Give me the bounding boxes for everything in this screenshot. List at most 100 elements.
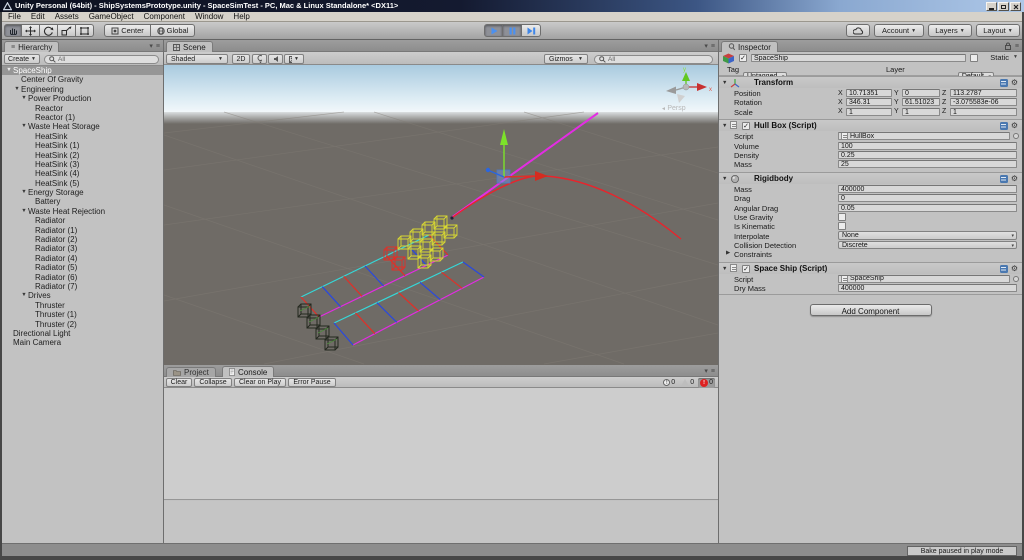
layers-dropdown[interactable]: Layers ▼ xyxy=(928,24,972,37)
hierarchy-item[interactable]: HeatSink xyxy=(2,132,163,141)
error-pause-button[interactable]: Error Pause xyxy=(288,378,336,387)
component-enabled-checkbox[interactable]: ✓ xyxy=(742,264,750,273)
menu-file[interactable]: File xyxy=(3,12,26,22)
bake-status-button[interactable]: Bake paused in play mode xyxy=(907,545,1017,556)
gear-icon[interactable]: ⚙ xyxy=(1011,174,1018,183)
tab-hierarchy[interactable]: ≡ Hierarchy xyxy=(4,41,60,52)
rb-mass-field[interactable]: 400000 xyxy=(838,184,1017,193)
hierarchy-item[interactable]: Reactor xyxy=(2,104,163,113)
spaceship-script-header[interactable]: ▼ ✓ Space Ship (Script) ⚙ xyxy=(719,261,1022,274)
perspective-label[interactable]: ◄ Persp xyxy=(661,105,686,112)
x-axis-handle[interactable] xyxy=(503,175,535,178)
scale-y-field[interactable]: 1 xyxy=(902,107,940,116)
gear-icon[interactable]: ⚙ xyxy=(1011,264,1018,273)
hierarchy-item[interactable]: Reactor (1) xyxy=(2,113,163,122)
static-dropdown-arrow[interactable]: ▼ xyxy=(1013,54,1018,60)
hierarchy-item[interactable]: Radiator (7) xyxy=(2,282,163,291)
menu-assets[interactable]: Assets xyxy=(50,12,84,22)
hierarchy-item[interactable]: ▼ Waste Heat Storage xyxy=(2,122,163,131)
cloud-button[interactable] xyxy=(846,24,870,37)
volume-field[interactable]: 100 xyxy=(838,141,1017,150)
account-dropdown[interactable]: Account ▼ xyxy=(874,24,924,37)
hierarchy-item[interactable]: Radiator xyxy=(2,216,163,225)
foldout-arrow[interactable]: ▼ xyxy=(13,85,21,94)
hierarchy-item[interactable]: ▼ Energy Storage xyxy=(2,188,163,197)
scale-x-field[interactable]: 1 xyxy=(846,107,892,116)
hierarchy-item[interactable]: Main Camera xyxy=(2,338,163,347)
scene-search-input[interactable]: All xyxy=(594,54,713,64)
script-reference-field[interactable]: SpaceShip xyxy=(838,274,1010,283)
menu-edit[interactable]: Edit xyxy=(26,12,50,22)
scale-z-field[interactable]: 1 xyxy=(950,107,1017,116)
constraints-row[interactable]: ▶ Constraints xyxy=(719,249,1022,259)
rotation-z-field[interactable]: -3.075583e-06 xyxy=(950,98,1017,107)
tab-project[interactable]: Project xyxy=(166,367,216,377)
tab-console[interactable]: Console xyxy=(222,366,275,377)
hierarchy-item[interactable]: Radiator (2) xyxy=(2,235,163,244)
restore-button[interactable] xyxy=(998,2,1009,11)
hierarchy-item[interactable]: Center Of Gravity xyxy=(2,75,163,84)
gear-icon[interactable]: ⚙ xyxy=(1011,79,1018,87)
density-field[interactable]: 0.25 xyxy=(838,150,1017,159)
info-count-toggle[interactable]: ! 0 xyxy=(661,378,677,388)
lock-icon[interactable] xyxy=(1004,42,1012,50)
hierarchy-item[interactable]: Directional Light xyxy=(2,329,163,338)
foldout-arrow[interactable]: ▼ xyxy=(20,207,28,216)
pivot-global-button[interactable]: Global xyxy=(151,24,195,37)
clear-button[interactable]: Clear xyxy=(166,378,192,387)
collision-detection-dropdown[interactable]: Discrete ▾ xyxy=(838,240,1017,250)
panel-menu-icon[interactable]: ▾ ≡ xyxy=(149,42,160,51)
static-checkbox[interactable] xyxy=(970,54,978,62)
error-count-toggle[interactable]: ! 0 xyxy=(698,377,715,388)
hullbox-header[interactable]: ▼ ✓ Hull Box (Script) ⚙ xyxy=(719,119,1022,132)
object-picker-icon[interactable] xyxy=(1013,133,1019,140)
hierarchy-item[interactable]: Radiator (6) xyxy=(2,273,163,282)
hand-tool-button[interactable] xyxy=(4,24,22,37)
tab-scene[interactable]: Scene xyxy=(166,41,213,52)
minimize-button[interactable] xyxy=(986,2,997,11)
rotation-y-field[interactable]: 61.51023 xyxy=(902,98,940,107)
foldout-arrow[interactable]: ▼ xyxy=(5,66,13,75)
scene-lighting-toggle[interactable] xyxy=(252,54,267,64)
help-doc-icon[interactable] xyxy=(999,122,1008,131)
transform-header[interactable]: ▼ Transform ⚙ xyxy=(719,76,1022,88)
panel-menu-icon[interactable]: ▾ ≡ xyxy=(704,367,715,376)
is-kinematic-checkbox[interactable] xyxy=(838,222,846,231)
scene-viewport[interactable]: y x ◄ Persp xyxy=(164,65,718,365)
move-tool-button[interactable] xyxy=(22,24,40,37)
tab-inspector[interactable]: Inspector xyxy=(721,41,778,52)
panel-menu-icon[interactable]: ≡ xyxy=(1015,43,1019,50)
position-y-field[interactable]: 0 xyxy=(902,89,940,97)
object-picker-icon[interactable] xyxy=(1013,275,1019,282)
gizmos-dropdown[interactable]: Gizmos ▼ xyxy=(544,54,588,64)
scene-audio-toggle[interactable] xyxy=(268,54,283,64)
menu-component[interactable]: Component xyxy=(139,12,190,22)
layout-dropdown[interactable]: Layout ▼ xyxy=(976,24,1020,37)
rigidbody-header[interactable]: ▼ Rigidbody ⚙ xyxy=(719,171,1022,184)
hierarchy-item[interactable]: Thruster (1) xyxy=(2,310,163,319)
menu-window[interactable]: Window xyxy=(190,12,228,22)
mass-field[interactable]: 25 xyxy=(838,160,1017,169)
gameobject-name-field[interactable]: SpaceShip xyxy=(751,53,966,62)
scale-tool-button[interactable] xyxy=(58,24,76,37)
menu-gameobject[interactable]: GameObject xyxy=(84,12,139,22)
gizmo-center-sphere[interactable] xyxy=(682,83,690,91)
menu-help[interactable]: Help xyxy=(228,12,254,22)
script-reference-field[interactable]: HullBox xyxy=(838,132,1010,141)
pause-button[interactable] xyxy=(503,24,522,37)
hierarchy-item[interactable]: HeatSink (3) xyxy=(2,160,163,169)
use-gravity-checkbox[interactable] xyxy=(838,212,846,221)
foldout-arrow[interactable]: ▼ xyxy=(20,188,28,197)
create-button[interactable]: Create ▼ xyxy=(4,54,40,64)
panel-menu-icon[interactable]: ▾ ≡ xyxy=(704,42,715,51)
rotate-tool-button[interactable] xyxy=(40,24,58,37)
hierarchy-item[interactable]: ▼ SpaceShip xyxy=(2,66,163,76)
hierarchy-item[interactable]: Thruster xyxy=(2,301,163,310)
step-button[interactable] xyxy=(522,24,541,37)
title-bar[interactable]: Unity Personal (64bit) - ShipSystemsProt… xyxy=(0,0,1024,12)
position-z-field[interactable]: 113.2787 xyxy=(950,89,1017,97)
hierarchy-item[interactable]: Thruster (2) xyxy=(2,320,163,329)
help-doc-icon[interactable] xyxy=(999,264,1008,273)
add-component-button[interactable]: Add Component xyxy=(809,303,932,316)
angular-drag-field[interactable]: 0.05 xyxy=(838,203,1017,212)
